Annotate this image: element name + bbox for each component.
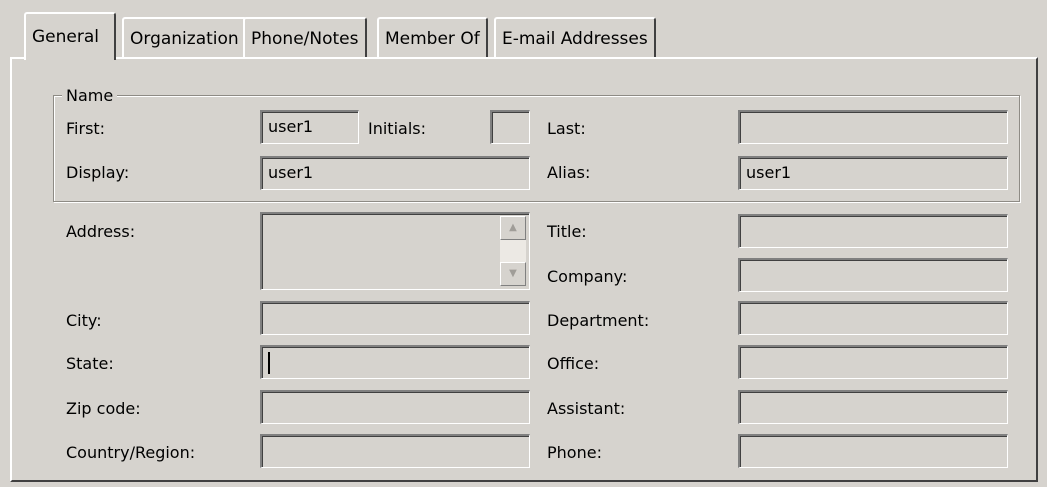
tab-email-addresses[interactable]: E-mail Addresses [494, 17, 656, 57]
properties-dialog: Organization Phone/Notes Member Of E-mai… [0, 0, 1047, 487]
text-caret [268, 352, 270, 374]
phone-label: Phone: [547, 443, 602, 462]
alias-field[interactable]: user1 [738, 156, 1008, 190]
last-name-label: Last: [547, 119, 586, 138]
display-name-label: Display: [66, 163, 130, 182]
city-label: City: [66, 311, 102, 330]
phone-field[interactable] [738, 434, 1008, 468]
assistant-field[interactable] [738, 390, 1008, 424]
company-field[interactable] [738, 258, 1008, 292]
zip-code-field[interactable] [260, 390, 530, 424]
scroll-down-arrow-icon[interactable]: ▼ [500, 262, 526, 286]
tab-member-of[interactable]: Member Of [377, 17, 488, 57]
scroll-up-arrow-icon[interactable]: ▲ [500, 216, 526, 240]
address-label: Address: [66, 222, 136, 241]
state-label: State: [66, 354, 114, 373]
display-name-field[interactable]: user1 [260, 156, 530, 190]
state-field[interactable] [260, 345, 530, 379]
initials-field[interactable] [490, 110, 530, 144]
company-label: Company: [547, 267, 628, 286]
last-name-field[interactable] [738, 110, 1008, 144]
first-name-field[interactable]: user1 [260, 110, 359, 144]
city-field[interactable] [260, 301, 530, 335]
department-field[interactable] [738, 301, 1008, 335]
name-group-legend: Name [62, 86, 118, 106]
title-label: Title: [547, 222, 587, 241]
country-region-field[interactable] [260, 434, 530, 468]
initials-label: Initials: [368, 119, 426, 138]
address-textarea[interactable] [260, 212, 530, 290]
department-label: Department: [547, 311, 650, 330]
office-field[interactable] [738, 345, 1008, 379]
tab-general[interactable]: General [24, 12, 116, 60]
alias-label: Alias: [547, 163, 591, 182]
title-field[interactable] [738, 214, 1008, 248]
first-name-label: First: [66, 119, 106, 138]
country-region-label: Country/Region: [66, 443, 196, 462]
tab-phone-notes[interactable]: Phone/Notes [243, 17, 367, 57]
assistant-label: Assistant: [547, 399, 626, 418]
tab-organization[interactable]: Organization [122, 17, 247, 57]
zip-code-label: Zip code: [66, 399, 141, 418]
office-label: Office: [547, 354, 600, 373]
